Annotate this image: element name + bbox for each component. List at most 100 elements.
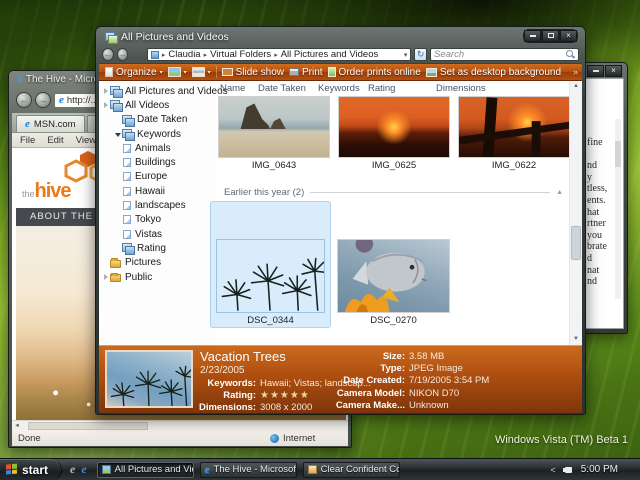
scroll-left-icon[interactable]: ◄: [14, 423, 20, 429]
file-item[interactable]: IMG_0643: [218, 96, 330, 171]
taskbar-button-all-pictures[interactable]: All Pictures and Vid...: [97, 462, 194, 478]
print-label: Print: [302, 67, 323, 78]
breadcrumb-virtual-folders[interactable]: Virtual Folders: [210, 49, 271, 60]
ie-horizontal-scrollbar[interactable]: ◄: [12, 420, 348, 430]
expander-collapsed-icon[interactable]: [104, 88, 108, 94]
taskbar-button-the-hive[interactable]: e The Hive - Microsof...: [200, 462, 297, 478]
internet-zone-icon: [270, 434, 279, 443]
refresh-button[interactable]: ↻: [414, 48, 427, 61]
pictures-window-icon: [105, 32, 116, 42]
expander-collapsed-icon[interactable]: [104, 274, 108, 280]
tree-label: Tokyo: [135, 214, 161, 225]
file-item-selected[interactable]: DSC_0344: [210, 201, 331, 328]
group-header-label[interactable]: Earlier this year (2): [224, 187, 304, 198]
expander-collapsed-icon[interactable]: [104, 102, 108, 108]
vertical-scrollbar[interactable]: ▲ ▼: [569, 81, 582, 345]
tree-item-europe[interactable]: Europe: [99, 170, 216, 184]
doc-close-button[interactable]: ×: [605, 65, 622, 77]
tree-item-landscapes[interactable]: landscapes: [99, 198, 216, 212]
details-row-camera-make: Camera Make... Unknown: [335, 400, 489, 412]
column-rating[interactable]: Rating: [368, 83, 436, 94]
details-row-camera-model: Camera Model: NIKON D70: [335, 387, 489, 399]
explorer-close-button[interactable]: ×: [560, 30, 577, 42]
details-label: Camera Make...: [335, 400, 405, 411]
tree-item-public[interactable]: Public: [99, 270, 216, 284]
breadcrumb-all-pictures[interactable]: All Pictures and Videos: [281, 49, 379, 60]
explorer-forward-button[interactable]: →: [117, 48, 129, 61]
menu-view[interactable]: View: [76, 135, 96, 146]
menu-edit[interactable]: Edit: [47, 135, 63, 146]
taskbar-button-clear-confident[interactable]: Clear Confident Con...: [303, 462, 400, 478]
column-keywords[interactable]: Keywords: [318, 83, 368, 94]
tree-item-pictures[interactable]: Pictures: [99, 256, 216, 270]
ie-back-button[interactable]: ←: [16, 92, 32, 108]
doc-minimize-button[interactable]: [587, 65, 604, 77]
file-name: DSC_0344: [211, 315, 330, 326]
explorer-minimize-button[interactable]: [524, 30, 541, 42]
tree-item-rating[interactable]: Rating: [99, 241, 216, 255]
tree-item-hawaii[interactable]: Hawaii: [99, 184, 216, 198]
doc-scrollbar-thumb[interactable]: [615, 141, 621, 167]
details-label: Size:: [335, 351, 405, 362]
search-input[interactable]: [434, 49, 566, 60]
tree-item-date-taken[interactable]: Date Taken: [99, 113, 216, 127]
search-icon[interactable]: [566, 50, 575, 59]
views-image-button[interactable]: ▾: [168, 67, 187, 77]
column-date-taken[interactable]: Date Taken: [258, 83, 318, 94]
ie-forward-button[interactable]: →: [35, 92, 51, 108]
tree-item-all-videos[interactable]: All Videos: [99, 98, 216, 112]
explorer-maximize-button[interactable]: [542, 30, 559, 42]
doc-scrollbar[interactable]: [615, 119, 621, 299]
tree-label: Keywords: [137, 129, 181, 140]
virtual-folder-icon: [110, 86, 121, 96]
minimize-icon: [593, 70, 599, 72]
file-item[interactable]: IMG_0622: [458, 96, 570, 171]
ie-quicklaunch-icon[interactable]: e: [70, 462, 75, 477]
explorer-titlebar[interactable]: All Pictures and Videos ×: [99, 27, 582, 46]
print-button[interactable]: Print: [289, 67, 323, 78]
group-collapse-icon[interactable]: ▲: [556, 189, 563, 196]
toolbar-overflow-chevron[interactable]: »: [573, 67, 578, 77]
chevron-right-icon: ▸: [204, 51, 208, 59]
start-button[interactable]: start: [0, 459, 62, 480]
column-dimensions[interactable]: Dimensions: [436, 83, 486, 94]
tree-item-keywords[interactable]: Keywords: [99, 127, 216, 141]
rating-stars[interactable]: ★★★★★: [260, 390, 310, 401]
breadcrumb-dropdown-icon[interactable]: ▾: [404, 51, 408, 59]
tree-item-buildings[interactable]: Buildings: [99, 155, 216, 169]
scrollbar-thumb[interactable]: [571, 226, 581, 260]
file-item[interactable]: IMG_0625: [338, 96, 450, 171]
ie-hscroll-thumb[interactable]: [28, 422, 148, 430]
tree-item-tokyo[interactable]: Tokyo: [99, 213, 216, 227]
scroll-up-icon[interactable]: ▲: [573, 81, 579, 92]
order-prints-button[interactable]: Order prints online: [328, 67, 421, 78]
search-box[interactable]: [430, 48, 579, 61]
tree-item-animals[interactable]: Animals: [99, 141, 216, 155]
scroll-down-icon[interactable]: ▼: [573, 334, 579, 345]
chevron-right-icon: ▸: [162, 51, 166, 59]
image-views-icon: [168, 67, 181, 77]
taskbar-button-label: Clear Confident Con...: [321, 464, 400, 475]
layout-button[interactable]: ▾: [192, 67, 211, 77]
file-item[interactable]: DSC_0270: [337, 239, 450, 326]
expander-expanded-icon[interactable]: [115, 133, 121, 137]
power-icon[interactable]: [563, 466, 574, 474]
explorer-window[interactable]: All Pictures and Videos × ← → ▸ Claudia …: [95, 26, 586, 415]
set-desktop-background-button[interactable]: Set as desktop background: [426, 67, 561, 78]
tree-item-all-pictures[interactable]: All Pictures and Videos: [99, 84, 216, 98]
ie-tab-msn[interactable]: e MSN.com: [16, 115, 85, 132]
hive-logo-hive: hive: [35, 180, 71, 202]
taskbar-clock[interactable]: 5:00 PM: [581, 464, 618, 475]
details-label: Type:: [335, 363, 405, 374]
menu-file[interactable]: File: [20, 135, 35, 146]
slide-show-button[interactable]: Slide show: [222, 67, 284, 78]
column-name[interactable]: Name: [220, 83, 258, 94]
organize-button[interactable]: Organize ▾: [105, 67, 163, 78]
hive-logo-the: the: [22, 189, 35, 199]
tray-chevron-icon[interactable]: <: [550, 465, 555, 475]
breadcrumb-claudia[interactable]: Claudia: [168, 49, 200, 60]
tree-item-vistas[interactable]: Vistas: [99, 227, 216, 241]
explorer-back-button[interactable]: ←: [102, 48, 114, 61]
ie-quicklaunch-icon-2[interactable]: e: [81, 462, 86, 477]
breadcrumb[interactable]: ▸ Claudia ▸ Virtual Folders ▸ All Pictur…: [147, 48, 412, 61]
